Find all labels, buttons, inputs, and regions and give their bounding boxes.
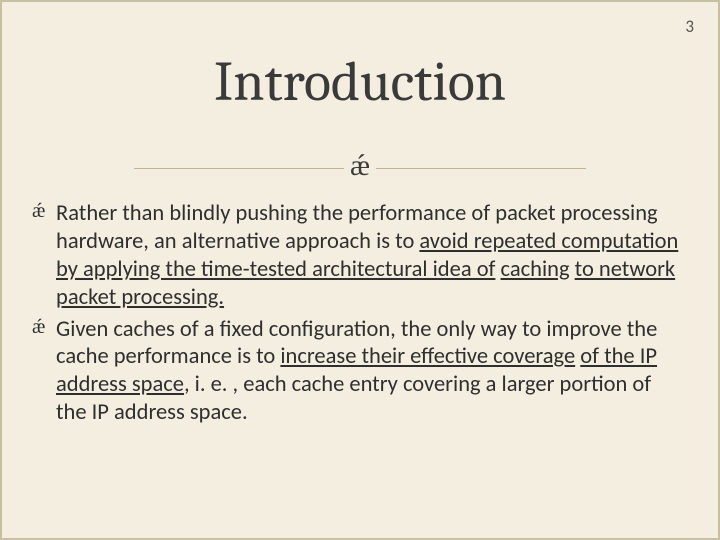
page-number: 3 — [685, 16, 694, 37]
flourish-bullet-icon: ǽ — [32, 201, 45, 221]
title-divider: ǽ — [2, 148, 718, 188]
divider-line-left — [134, 168, 344, 169]
flourish-bullet-icon: ǽ — [32, 317, 45, 337]
slide-title: Introduction — [2, 50, 718, 114]
list-item: ǽ Rather than blindly pushing the perfor… — [36, 200, 684, 312]
divider-line-right — [376, 168, 586, 169]
slide: 3 Introduction ǽ ǽ Rather than blindly p… — [0, 0, 720, 540]
text-run-underline: caching — [501, 256, 570, 283]
list-item: ǽ Given caches of a fixed configuration,… — [36, 316, 684, 428]
body-text: ǽ Rather than blindly pushing the perfor… — [36, 200, 684, 431]
text-run-underline: increase their effective coverage — [280, 343, 575, 370]
